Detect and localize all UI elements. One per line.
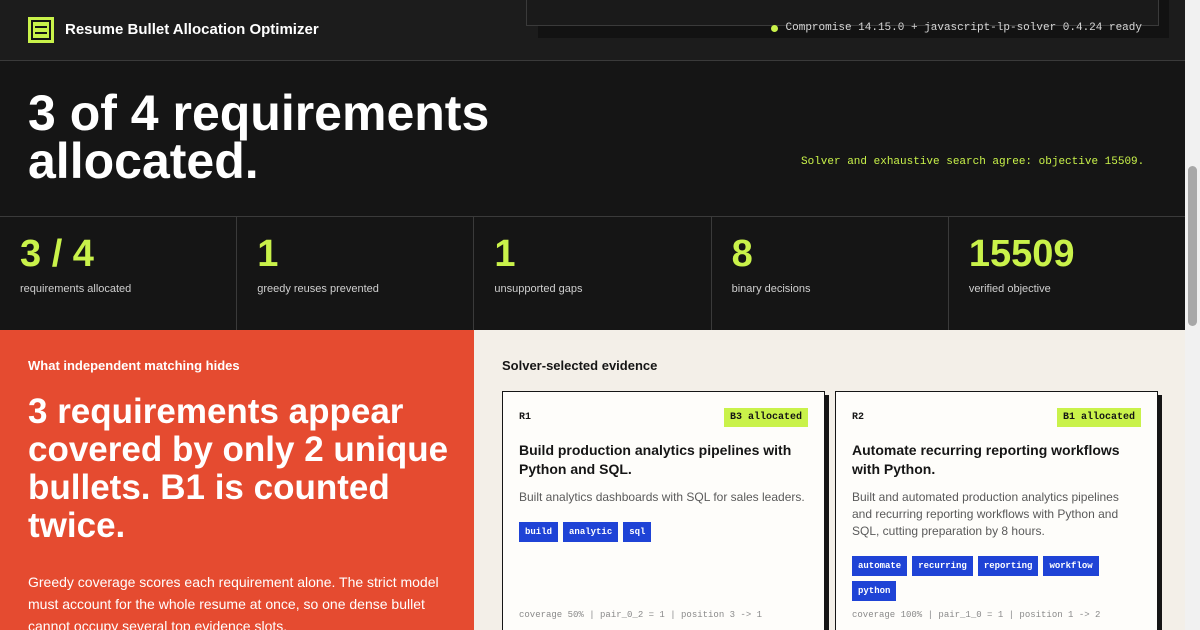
card-meta: coverage 50% | pair_0_2 = 1 | position 3… [519, 610, 763, 620]
evidence-card-r1[interactable]: R1 B3 allocated Build production analyti… [502, 391, 825, 630]
greedy-warning-panel: What independent matching hides 3 requir… [0, 330, 474, 630]
stat-verified-objective: 15509 verified objective [949, 217, 1185, 330]
requirement-title: Build production analytics pipelines wit… [519, 442, 792, 477]
evidence-title: Solver-selected evidence [502, 358, 658, 373]
panel-headline: 3 requirements appear covered by only 2 … [28, 392, 449, 545]
keyword-tag: analytic [563, 522, 619, 542]
requirement-title: Automate recurring reporting workflows w… [852, 442, 1120, 477]
app-logo-icon [28, 17, 54, 43]
hero-title: 3 of 4 requirements allocated. [28, 85, 490, 189]
stat-label: unsupported gaps [494, 283, 583, 295]
stat-label: greedy reuses prevented [257, 283, 379, 295]
keyword-tags: automate recurring reporting workflow py… [852, 556, 1141, 601]
stat-binary-decisions: 8 binary decisions [712, 217, 949, 330]
stat-value: 1 [257, 233, 279, 275]
panel-kicker: What independent matching hides [28, 358, 240, 373]
hero-section: 3 of 4 requirements allocated. Solver an… [0, 61, 1185, 216]
stat-requirements-allocated: 3 / 4 requirements allocated [0, 217, 238, 330]
card-meta: coverage 100% | pair_1_0 = 1 | position … [852, 610, 1101, 620]
stat-value: 8 [731, 233, 753, 275]
stat-label: binary decisions [731, 283, 811, 295]
keyword-tag: sql [623, 522, 652, 542]
stat-label: verified objective [968, 283, 1051, 295]
stats-row: 3 / 4 requirements allocated 1 greedy re… [0, 216, 1185, 330]
keyword-tags: build analytic sql [519, 522, 808, 542]
stat-label: requirements allocated [20, 283, 132, 295]
keyword-tag: build [519, 522, 559, 542]
keyword-tag: recurring [912, 556, 973, 576]
solver-status-text: Compromise 14.15.0 + javascript-lp-solve… [785, 22, 1142, 34]
keyword-tag: automate [852, 556, 908, 576]
evidence-card-r2[interactable]: R2 B1 allocated Automate recurring repor… [835, 391, 1158, 630]
page-scrollbar[interactable] [1185, 0, 1200, 630]
stat-value: 1 [494, 233, 516, 275]
bullet-text: Built and automated production analytics… [852, 490, 1119, 538]
evidence-panel: Solver-selected evidence R1 B3 allocated… [474, 330, 1185, 630]
stat-greedy-reuses: 1 greedy reuses prevented [237, 217, 475, 330]
keyword-tag: python [852, 581, 897, 601]
solver-status: Compromise 14.15.0 + javascript-lp-solve… [770, 22, 1142, 34]
stat-unsupported-gaps: 1 unsupported gaps [474, 217, 712, 330]
stat-value: 15509 [968, 233, 1075, 275]
panel-body: Greedy coverage scores each requirement … [28, 574, 439, 630]
hero-note: Solver and exhaustive search agree: obje… [801, 156, 1145, 168]
bullet-text: Built analytics dashboards with SQL for … [519, 490, 805, 504]
keyword-tag: workflow [1043, 556, 1099, 576]
keyword-tag: reporting [977, 556, 1039, 576]
scrollbar-thumb[interactable] [1188, 166, 1197, 326]
requirement-id: R2 [852, 412, 865, 423]
requirement-id: R1 [519, 412, 532, 423]
stat-value: 3 / 4 [20, 233, 94, 275]
status-dot-icon [770, 24, 778, 32]
top-bar: Resume Bullet Allocation Optimizer Compr… [0, 0, 1185, 61]
allocation-badge: B3 allocated [723, 408, 808, 427]
allocation-badge: B1 allocated [1056, 408, 1141, 427]
app-title: Resume Bullet Allocation Optimizer [65, 21, 319, 38]
